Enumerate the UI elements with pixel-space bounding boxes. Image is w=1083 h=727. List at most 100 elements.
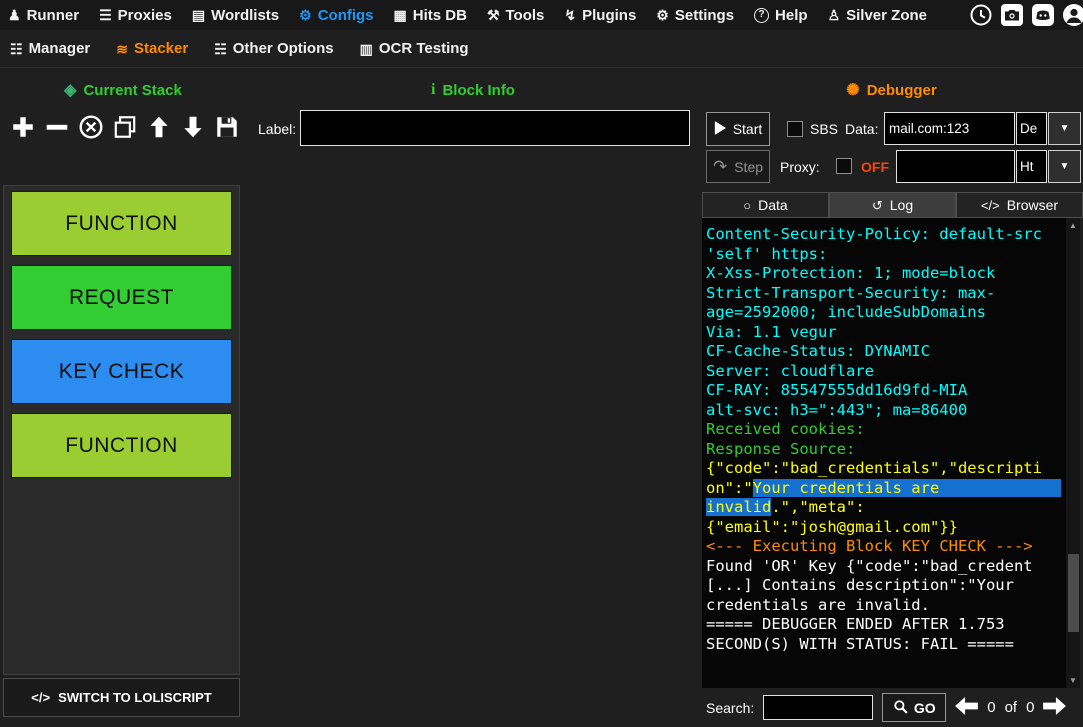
menu-plugins[interactable]: ↯Plugins	[564, 7, 636, 24]
submenu-stacker-label: Stacker	[134, 40, 188, 57]
submenu-other-options-label: Other Options	[233, 40, 334, 57]
debugger-log[interactable]: Content-Security-Policy: default-src'sel…	[702, 218, 1066, 688]
tab-log-label: Log	[890, 197, 913, 213]
wordlists-icon: ▤	[192, 8, 205, 22]
switch-to-loliscript-button[interactable]: </> SWITCH TO LOLISCRIPT	[3, 678, 240, 717]
clear-stack-button[interactable]	[76, 111, 106, 145]
menu-tools[interactable]: ⚒ Tools	[487, 7, 544, 24]
tab-data-label: Data	[758, 197, 788, 213]
log-line: Response Source:	[706, 440, 1066, 460]
hits-db-icon: ▦	[394, 8, 407, 22]
menu-runner[interactable]: ♟Runner	[8, 7, 79, 24]
current-stack-title: Current Stack	[83, 82, 181, 99]
save-icon	[214, 114, 240, 143]
wordlist-type-select[interactable]: De	[1016, 112, 1047, 145]
submenu-manager[interactable]: ☷Manager	[10, 40, 90, 57]
debugger-bug-icon: ✺	[846, 80, 859, 100]
log-line: Found 'OR' Key {"code":"bad_credent	[706, 557, 1066, 577]
tools-icon: ⚒	[487, 8, 500, 22]
config-sub-menu: ☷Manager ≋Stacker ☵Other Options ▥OCR Testi…	[10, 40, 469, 57]
plus-icon	[10, 114, 36, 143]
sbs-checkbox[interactable]	[787, 121, 803, 137]
copy-icon	[112, 114, 138, 143]
menu-configs-label: Configs	[318, 7, 374, 24]
proxy-checkbox[interactable]	[836, 158, 852, 174]
log-line: Via: 1.1 vegur	[706, 323, 1066, 343]
chevron-down-icon: ▼	[1060, 123, 1070, 134]
log-line: on":"Your credentials are	[706, 479, 1066, 499]
search-icon	[893, 699, 908, 717]
proxy-input[interactable]	[896, 150, 1015, 183]
arrow-up-icon	[146, 114, 172, 143]
menu-proxies[interactable]: ☰Proxies	[99, 7, 172, 24]
arrow-right-icon	[1043, 697, 1066, 718]
step-arrow-icon: ↷	[713, 158, 727, 175]
log-line: invalid.","meta":	[706, 498, 1066, 518]
move-down-button[interactable]	[178, 111, 208, 145]
proxy-type-select[interactable]: Ht	[1016, 150, 1047, 183]
submenu-manager-label: Manager	[29, 40, 91, 57]
data-input[interactable]	[884, 112, 1015, 145]
tab-data[interactable]: ○Data	[702, 192, 829, 218]
next-match-button[interactable]	[1043, 697, 1066, 718]
search-go-button[interactable]: GO	[882, 693, 946, 722]
stack-block-function[interactable]: FUNCTION	[11, 413, 232, 478]
history-icon[interactable]	[969, 3, 993, 27]
remove-block-button[interactable]	[42, 111, 72, 145]
scroll-up-icon[interactable]: ▲	[1066, 221, 1080, 230]
log-line: CF-Cache-Status: DYNAMIC	[706, 342, 1066, 362]
match-of-label: of	[1005, 699, 1018, 716]
block-label-input[interactable]	[300, 110, 690, 146]
tab-log[interactable]: ↺Log	[829, 192, 956, 218]
menu-silver-zone[interactable]: ♙Silver Zone	[828, 7, 927, 24]
menu-wordlists-label: Wordlists	[211, 7, 279, 24]
log-scrollbar[interactable]: ▲ ▼	[1066, 218, 1080, 688]
menu-hits-db[interactable]: ▦Hits DB	[394, 7, 467, 24]
stack-block-key-check[interactable]: KEY CHECK	[11, 339, 232, 404]
add-block-button[interactable]	[8, 111, 38, 145]
menu-settings[interactable]: ⚙Settings	[656, 7, 734, 24]
camera-icon[interactable]	[1000, 3, 1024, 27]
log-line: age=2592000; includeSubDomains	[706, 303, 1066, 323]
stack-block-request[interactable]: REQUEST	[11, 265, 232, 330]
circle-x-icon	[78, 114, 104, 143]
config-sub-menu-bar: ☷Manager ≋Stacker ☵Other Options ▥OCR Testi…	[0, 30, 1083, 68]
step-button[interactable]: ↷ Step	[706, 150, 770, 183]
search-input[interactable]	[763, 695, 873, 720]
move-up-button[interactable]	[144, 111, 174, 145]
submenu-stacker[interactable]: ≋Stacker	[116, 40, 188, 57]
switch-label: SWITCH TO LOLISCRIPT	[58, 690, 212, 705]
block-info-title: Block Info	[442, 82, 515, 99]
ocr-testing-icon: ▥	[360, 42, 373, 56]
tab-browser[interactable]: </>Browser	[956, 192, 1083, 218]
discord-icon[interactable]	[1031, 3, 1055, 27]
wordlist-type-dropdown-arrow[interactable]: ▼	[1048, 112, 1081, 145]
previous-match-button[interactable]	[955, 697, 978, 718]
menu-help[interactable]: ?Help	[754, 7, 808, 24]
debugger-title: Debugger	[867, 82, 937, 99]
block-info-header: i Block Info	[246, 79, 700, 101]
block-label: KEY CHECK	[59, 360, 185, 384]
go-label: GO	[914, 700, 936, 716]
clone-block-button[interactable]	[110, 111, 140, 145]
scroll-down-icon[interactable]: ▼	[1066, 676, 1080, 685]
menu-wordlists[interactable]: ▤ Wordlists	[192, 7, 279, 24]
proxy-type-dropdown-arrow[interactable]: ▼	[1048, 150, 1081, 183]
stack-block-function[interactable]: FUNCTION	[11, 191, 232, 256]
start-button[interactable]: Start	[706, 112, 770, 146]
log-line: <--- Executing Block KEY CHECK --->	[706, 537, 1066, 557]
submenu-other-options[interactable]: ☵Other Options	[214, 40, 333, 57]
scrollbar-thumb[interactable]	[1068, 554, 1079, 632]
settings-icon: ⚙	[656, 8, 669, 22]
submenu-ocr-testing[interactable]: ▥OCR Testing	[360, 40, 469, 57]
help-icon: ?	[754, 8, 769, 23]
user-icon[interactable]	[1062, 3, 1083, 27]
play-icon	[714, 121, 726, 138]
menu-tools-label: Tools	[506, 7, 545, 24]
chevron-down-icon: ▼	[1060, 161, 1070, 172]
debugger-header: ✺ Debugger	[700, 79, 1083, 101]
log-line: SECOND(S) WITH STATUS: FAIL =====	[706, 635, 1066, 655]
save-config-button[interactable]	[212, 111, 242, 145]
browser-tab-icon: </>	[981, 199, 1000, 212]
menu-configs[interactable]: ⚙Configs	[299, 7, 373, 24]
